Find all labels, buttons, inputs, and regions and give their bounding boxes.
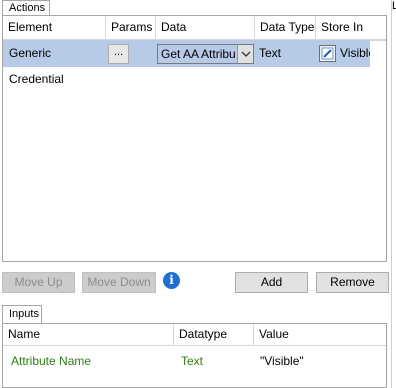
column-header-element[interactable]: Element bbox=[3, 16, 106, 40]
move-up-button[interactable]: Move Up bbox=[2, 272, 75, 293]
table-row[interactable]: Attribute Name Text "Visible" bbox=[3, 348, 386, 374]
input-datatype-cell: Text bbox=[181, 354, 204, 368]
row-data-type-cell: Text bbox=[259, 46, 282, 60]
data-dropdown-value: Get AA Attribu bbox=[161, 47, 236, 61]
column-header-name[interactable]: Name bbox=[3, 324, 174, 346]
info-icon-glyph: i bbox=[169, 273, 174, 287]
input-value-cell[interactable]: "Visible" bbox=[257, 348, 382, 374]
inputs-grid: Name Datatype Value Attribute Name Text … bbox=[2, 323, 387, 388]
store-in-value: Visible bbox=[340, 46, 370, 60]
column-header-datatype[interactable]: Datatype bbox=[174, 324, 254, 346]
tab-actions[interactable]: Actions bbox=[2, 0, 50, 15]
column-header-store-in[interactable]: Store In bbox=[316, 16, 386, 40]
chevron-down-icon bbox=[241, 51, 251, 57]
tab-inputs[interactable]: Inputs bbox=[2, 305, 42, 323]
tab-actions-label: Actions bbox=[9, 2, 46, 14]
row-element-cell: Generic Credential bbox=[9, 46, 64, 86]
store-in-cell[interactable]: Visible bbox=[317, 40, 370, 67]
data-dropdown[interactable]: Get AA Attribu bbox=[157, 44, 254, 64]
tab-inputs-label: Inputs bbox=[9, 308, 39, 320]
info-icon[interactable]: i bbox=[163, 272, 180, 289]
column-header-data-type[interactable]: Data Type bbox=[255, 16, 316, 40]
column-header-data[interactable]: Data bbox=[156, 16, 255, 40]
top-right-mark: L bbox=[392, 0, 396, 12]
edit-icon[interactable] bbox=[319, 45, 336, 62]
add-button[interactable]: Add bbox=[235, 272, 308, 293]
column-header-params[interactable]: Params bbox=[106, 16, 156, 40]
column-header-value[interactable]: Value bbox=[254, 324, 386, 346]
move-down-label: Move Down bbox=[87, 275, 151, 289]
params-button-label: ... bbox=[113, 46, 124, 58]
move-down-button[interactable]: Move Down bbox=[82, 272, 156, 293]
params-button[interactable]: ... bbox=[108, 44, 129, 64]
move-up-label: Move Up bbox=[14, 275, 63, 289]
input-name-cell: Attribute Name bbox=[11, 354, 92, 368]
add-label: Add bbox=[260, 275, 283, 289]
table-row[interactable]: Generic Credential ... Get AA Attribu Te… bbox=[3, 40, 370, 86]
remove-button[interactable]: Remove bbox=[316, 272, 389, 293]
right-edge-divider bbox=[391, 0, 392, 388]
dropdown-arrow-button[interactable] bbox=[237, 45, 253, 63]
actions-grid: Element Params Data Data Type Store In G… bbox=[2, 15, 387, 262]
remove-label: Remove bbox=[330, 275, 375, 289]
